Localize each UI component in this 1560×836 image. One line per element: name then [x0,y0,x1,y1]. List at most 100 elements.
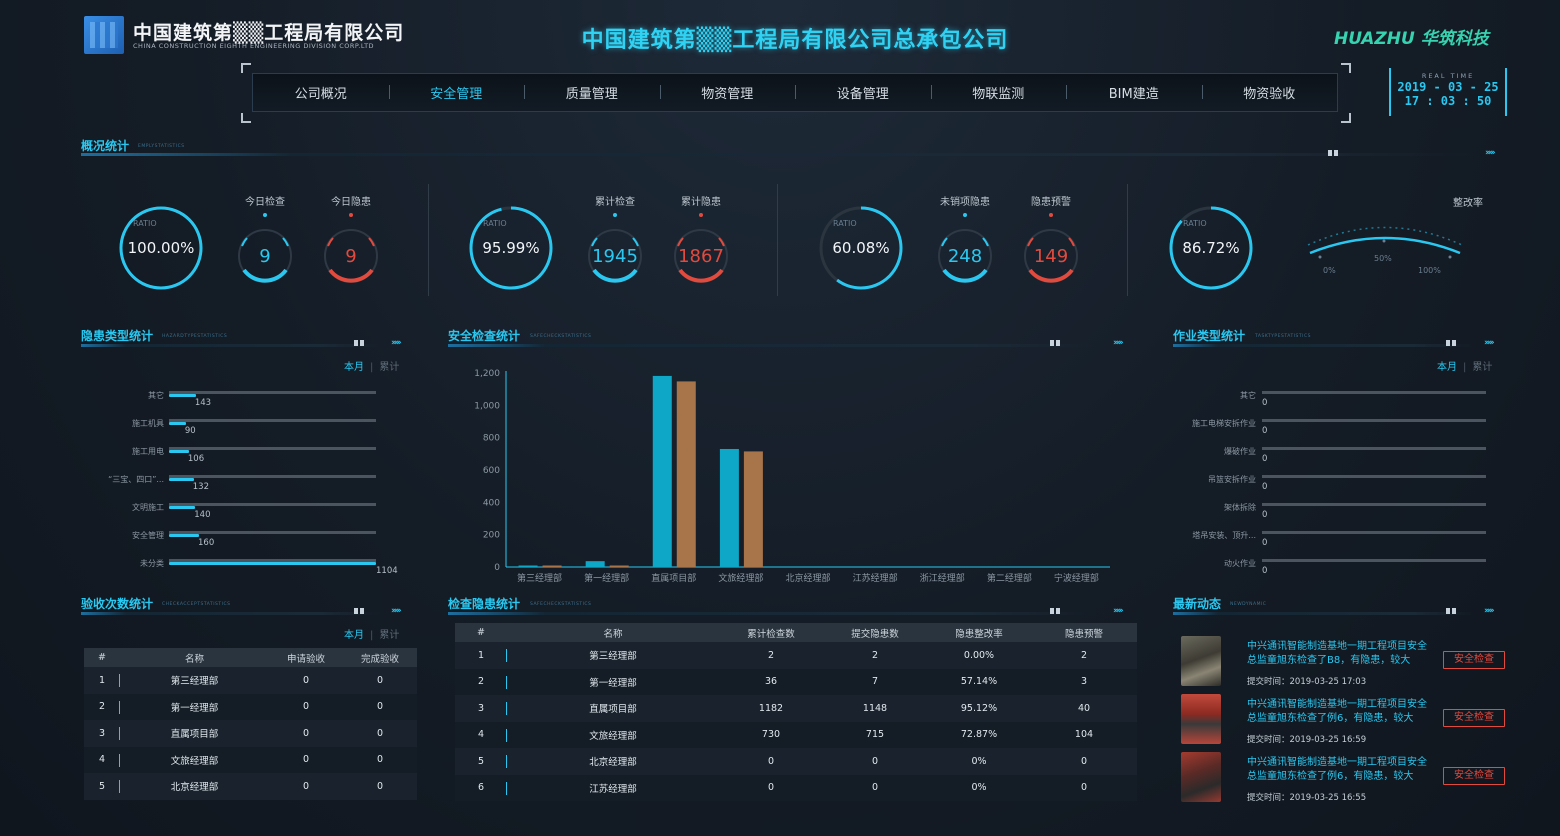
table-cell: 1 [84,667,120,694]
news-thumbnail[interactable] [1181,752,1221,802]
section-dots [1328,150,1340,156]
nav-tab-safety-management[interactable]: 安全管理 [388,83,525,102]
hazard-type-label: 其它 [148,391,164,400]
hazard-type-value: 106 [187,454,205,464]
company-logo [84,16,124,54]
work-type-value: 0 [1262,426,1268,436]
table-cell: 3 [84,720,120,747]
section-arrows-icon: ››››› [391,606,401,616]
section-arrows-icon: ››››› [1484,338,1494,348]
section-sub-check-hazard: SAFECHECKSTATISTICS [530,602,592,607]
nav-tab-iot-monitoring[interactable]: 物联监测 [930,83,1067,102]
nav-tab-material-acceptance[interactable]: 物资验收 [1201,83,1338,102]
table-row[interactable]: 4 文旅经理部 0 0 [84,746,417,773]
hazard-type-value: 132 [192,482,209,492]
hazard-type-value: 1104 [376,566,398,576]
hazard-type-label: “三宝、四口”... [108,475,164,484]
col-header: 隐患预警 [1031,623,1137,642]
bar-fill [169,478,194,481]
stat-value: 149 [1033,246,1069,267]
safety-check-button[interactable]: 安全检查 [1443,709,1505,727]
table-cell: 2 [823,642,927,669]
nav-tab-quality-management[interactable]: 质量管理 [524,83,660,102]
table-row[interactable]: 3 直属项目部 1182 1148 95.12% 40 [455,695,1137,722]
news-thumbnail[interactable] [1181,636,1221,686]
bar-track [169,447,376,450]
stat-label: 未销项隐患 [940,197,990,208]
stat-gauge-arc [1028,268,1074,283]
section-title-safety-check: 安全检查统计 [448,329,521,343]
toggle-month[interactable]: 本月 [344,362,364,373]
section-sub-acceptance: CHECKACCEPTSTATISTICS [162,602,231,607]
x-tick-label: 浙江经理部 [920,572,965,584]
safety-check-bar-chart: 0 200 400 600 800 1,000 1,200 第三经理部 第一经理部 直属项目部 文旅… [474,369,1110,584]
ratio-value: 86.72% [1182,239,1240,257]
table-row[interactable]: 1 第三经理部 0 0 [84,667,417,694]
stat-indicator-dot [963,213,967,217]
safety-check-button[interactable]: 安全检查 [1443,651,1505,669]
news-thumbnail[interactable] [1181,694,1221,744]
news-item-time: 提交时间：2019-03-25 16:59 [1247,735,1367,745]
bar-track [1262,503,1486,506]
work-type-label: 吊篮安拆作业 [1208,475,1256,484]
table-cell: 直属项目部 [120,720,269,747]
ratio-value: 60.08% [832,239,890,257]
section-arrows-icon: ››››› [1484,606,1494,616]
hazard-type-value: 140 [194,510,211,520]
nav-tab-company-overview[interactable]: 公司概况 [253,83,389,102]
section-line [448,612,1098,615]
y-tick-label: 600 [483,466,500,476]
section-line [1173,344,1473,347]
bar-track [1262,475,1486,478]
news-item-time: 提交时间：2019-03-25 16:55 [1247,793,1367,803]
y-tick-label: 800 [483,434,500,444]
bar-fill [169,506,196,509]
table-row[interactable]: 1 第三经理部 2 2 0.00% 2 [455,642,1137,669]
toggle-month[interactable]: 本月 [1437,362,1457,373]
nav-tab-bim[interactable]: BIM建造 [1066,83,1202,102]
hazard-type-label: 施工用电 [132,447,164,456]
stat-gauge-arc [678,268,724,283]
toggle-total[interactable]: 累计 [379,362,399,373]
toggle-total[interactable]: 累计 [1472,362,1492,373]
table-row[interactable]: 3 直属项目部 0 0 [84,720,417,747]
news-item-text[interactable]: 中兴通讯智能制造基地一期工程项目安全总监童旭东检查了例6，有隐患，较大 [1247,756,1435,784]
bar-fill [169,534,199,537]
stat-indicator-dot [1049,213,1053,217]
section-sub-work-type: TASKTYPESTATISTICS [1255,334,1311,339]
table-cell: 5 [84,773,120,800]
bar-series-2-0 [542,565,562,567]
table-cell: 0 [719,748,823,775]
table-row[interactable]: 2 第一经理部 36 7 57.14% 3 [455,668,1137,695]
table-cell: 0 [269,773,343,800]
table-cell: 1 [455,642,507,669]
toggle-month[interactable]: 本月 [344,630,364,641]
ratio-value: 95.99% [482,239,540,257]
table-row[interactable]: 2 第一经理部 0 0 [84,693,417,720]
section-dots [1446,340,1458,346]
nav-tab-equipment-management[interactable]: 设备管理 [795,83,931,102]
nav-tab-material-management[interactable]: 物资管理 [659,83,796,102]
safety-check-button[interactable]: 安全检查 [1443,767,1505,785]
table-row[interactable]: 6 江苏经理部 0 0 0% 0 [455,774,1137,801]
table-row[interactable]: 5 北京经理部 0 0 [84,773,417,800]
clock-time: 17 : 03 : 50 [1404,94,1492,108]
table-row[interactable]: 5 北京经理部 0 0 0% 0 [455,748,1137,775]
section-dots [354,608,366,614]
stat-label: 累计检查 [595,197,635,208]
news-item-time: 提交时间：2019-03-25 17:03 [1247,677,1367,687]
bar-track [1262,531,1486,534]
toggle-total[interactable]: 累计 [379,630,399,641]
ratio-label: RATIO [483,219,507,228]
table-cell: 730 [719,721,823,748]
bar-series-1-3 [719,448,739,567]
work-type-label: 其它 [1240,391,1256,400]
news-item-text[interactable]: 中兴通讯智能制造基地一期工程项目安全总监童旭东检查了例6，有隐患，较大 [1247,698,1435,726]
bar-track [1262,559,1486,562]
table-row[interactable]: 4 文旅经理部 730 715 72.87% 104 [455,721,1137,748]
news-item-text[interactable]: 中兴通讯智能制造基地一期工程项目安全总监童旭东检查了B8，有隐患，较大 [1247,640,1435,668]
bar-track [1262,447,1486,450]
section-line [1173,612,1473,615]
col-header: # [84,648,120,667]
col-header: # [455,623,507,642]
